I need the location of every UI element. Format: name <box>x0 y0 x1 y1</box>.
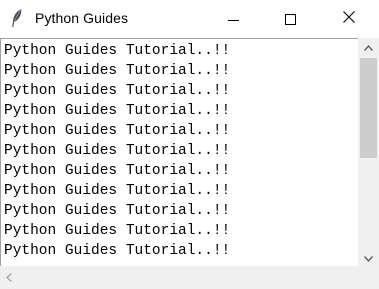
window-title: Python Guides <box>35 10 129 26</box>
scroll-up-button[interactable] <box>358 38 379 55</box>
close-button[interactable] <box>326 0 372 38</box>
text-line: Python Guides Tutorial..!! <box>4 203 231 219</box>
text-line: Python Guides Tutorial..!! <box>4 43 231 59</box>
maximize-icon <box>284 13 296 25</box>
feather-icon <box>9 8 25 28</box>
scroll-down-button[interactable] <box>358 249 379 266</box>
text-line: Python Guides Tutorial..!! <box>4 163 231 179</box>
close-icon <box>343 10 355 28</box>
horizontal-scrollbar[interactable] <box>0 266 379 289</box>
text-line: Python Guides Tutorial..!! <box>4 183 231 199</box>
chevron-left-icon <box>5 269 12 287</box>
app-window: Python Guides Python Guides Tutorial..!!… <box>0 0 379 289</box>
text-line: Python Guides Tutorial..!! <box>4 243 231 259</box>
text-line: Python Guides Tutorial..!! <box>4 223 231 239</box>
text-line: Python Guides Tutorial..!! <box>4 143 231 159</box>
minimize-icon <box>227 19 239 21</box>
chevron-up-icon <box>363 38 374 56</box>
chevron-down-icon <box>363 249 374 267</box>
text-line: Python Guides Tutorial..!! <box>4 83 231 99</box>
text-area[interactable]: Python Guides Tutorial..!! Python Guides … <box>0 38 358 266</box>
text-line: Python Guides Tutorial..!! <box>4 103 231 119</box>
minimize-button[interactable] <box>210 0 256 38</box>
vertical-scrollbar[interactable] <box>358 38 379 266</box>
maximize-button[interactable] <box>267 0 313 38</box>
text-line: Python Guides Tutorial..!! <box>4 123 231 139</box>
scroll-left-button[interactable] <box>0 266 17 289</box>
text-line: Python Guides Tutorial..!! <box>4 63 231 79</box>
vertical-scroll-thumb[interactable] <box>360 58 377 158</box>
title-bar[interactable]: Python Guides <box>0 0 379 38</box>
